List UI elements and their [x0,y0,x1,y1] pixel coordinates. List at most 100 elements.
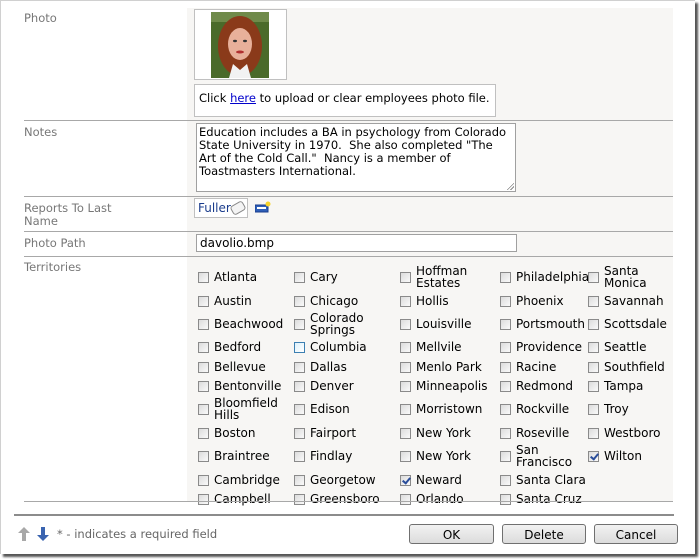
checkbox-unchecked[interactable] [588,318,599,330]
arrow-down-icon[interactable] [37,527,49,541]
checkbox-unchecked[interactable] [198,318,209,330]
territory-label: Westboro [604,426,661,440]
territory-label: Orlando [416,492,464,506]
checkbox-unchecked[interactable] [294,271,305,283]
territory-checkbox-item[interactable]: Morristown [400,396,482,422]
upload-photo-link[interactable]: here [230,91,256,105]
checkbox-unchecked[interactable] [500,474,511,486]
checkbox-unchecked[interactable] [294,341,305,353]
checkbox-unchecked[interactable] [294,361,305,373]
checkbox-unchecked[interactable] [294,318,305,330]
territory-checkbox-item[interactable]: Troy [588,396,629,422]
checkbox-unchecked[interactable] [198,403,209,415]
checkbox-unchecked[interactable] [198,271,209,283]
territory-label: Columbia [310,340,367,354]
checkbox-unchecked[interactable] [500,403,511,415]
checkbox-unchecked[interactable] [400,271,411,283]
checkbox-unchecked[interactable] [588,380,599,392]
territory-label: Boston [214,426,256,440]
territory-checkbox-item[interactable]: Edison [294,396,350,422]
territory-checkbox-item[interactable]: Santa Cruz [500,486,582,512]
territory-checkbox-item[interactable]: Braintree [198,443,270,469]
checkbox-unchecked[interactable] [198,361,209,373]
checkbox-unchecked[interactable] [588,341,599,353]
checkbox-unchecked[interactable] [400,427,411,439]
checkbox-unchecked[interactable] [198,295,209,307]
territory-checkbox-item[interactable]: Campbell [198,486,271,512]
checkbox-unchecked[interactable] [198,341,209,353]
checkbox-unchecked[interactable] [294,380,305,392]
checkbox-unchecked[interactable] [588,361,599,373]
checkbox-unchecked[interactable] [294,474,305,486]
checkbox-unchecked[interactable] [500,295,511,307]
checkbox-unchecked[interactable] [294,403,305,415]
territory-label: Santa Monica [604,264,647,290]
territory-checkbox-item[interactable]: Hoffman Estates [400,264,474,290]
territory-label: Bentonville [214,379,282,393]
checkbox-unchecked[interactable] [294,450,305,462]
territory-checkbox-item[interactable]: New York [400,443,471,469]
checkbox-unchecked[interactable] [500,450,511,462]
checkbox-unchecked[interactable] [400,403,411,415]
checkbox-unchecked[interactable] [500,341,511,353]
checkbox-unchecked[interactable] [400,493,411,505]
photo-path-input[interactable]: davolio.bmp [196,234,517,252]
territory-label: Bloomfield Hills [214,396,278,422]
territory-label: New York [416,449,471,463]
checkbox-unchecked[interactable] [500,361,511,373]
checkbox-unchecked[interactable] [294,493,305,505]
checkbox-checked[interactable] [588,450,599,462]
reports-to-lookup[interactable]: Fuller [194,198,248,218]
territory-checkbox-item[interactable]: Santa Monica [588,264,664,290]
checkbox-unchecked[interactable] [198,474,209,486]
checkbox-unchecked[interactable] [294,295,305,307]
checkbox-unchecked[interactable] [198,493,209,505]
checkbox-unchecked[interactable] [500,427,511,439]
territory-label: Denver [310,379,354,393]
checkbox-unchecked[interactable] [588,427,599,439]
checkbox-unchecked[interactable] [400,295,411,307]
checkbox-unchecked[interactable] [500,318,511,330]
checkbox-unchecked[interactable] [198,380,209,392]
cancel-button[interactable]: Cancel [594,524,678,544]
checkbox-unchecked[interactable] [500,380,511,392]
territory-checkbox-item[interactable]: Cary [294,264,338,290]
territory-label: Bedford [214,340,262,354]
territory-checkbox-item[interactable]: Atlanta [198,264,257,290]
divider [24,196,673,197]
territory-checkbox-item[interactable]: Orlando [400,486,464,512]
checkbox-unchecked[interactable] [588,295,599,307]
checkbox-unchecked[interactable] [198,427,209,439]
checkbox-unchecked[interactable] [588,403,599,415]
resize-grip-icon[interactable] [506,182,514,190]
territory-label: Troy [604,402,629,416]
new-record-icon[interactable] [255,201,271,213]
ok-button[interactable]: OK [409,524,494,544]
checkbox-unchecked[interactable] [400,450,411,462]
checkbox-unchecked[interactable] [294,427,305,439]
checkbox-unchecked[interactable] [400,361,411,373]
territory-checkbox-item[interactable]: Greensboro [294,486,380,512]
notes-textarea[interactable]: Education includes a BA in psychology fr… [196,123,516,192]
territory-label: Campbell [214,492,271,506]
checkbox-unchecked[interactable] [400,318,411,330]
checkbox-unchecked[interactable] [198,450,209,462]
territory-checkbox-item[interactable]: Philadelphia [500,264,589,290]
checkbox-unchecked[interactable] [400,380,411,392]
territory-checkbox-item[interactable]: Rockville [500,396,569,422]
territory-checkbox-item[interactable]: Bloomfield Hills [198,396,278,422]
territory-checkbox-item[interactable]: Findlay [294,443,352,469]
territory-label: Phoenix [516,294,564,308]
arrow-up-icon[interactable] [18,527,30,541]
checkbox-unchecked[interactable] [500,493,511,505]
checkbox-unchecked[interactable] [500,271,511,283]
clear-eraser-icon[interactable] [229,200,247,216]
territory-checkbox-item[interactable]: San Francisco [500,443,576,469]
reports-to-value[interactable]: Fuller [198,201,231,215]
territory-checkbox-item[interactable]: Wilton [588,443,642,469]
checkbox-unchecked[interactable] [400,341,411,353]
checkbox-checked[interactable] [400,474,411,486]
delete-button[interactable]: Delete [502,524,586,544]
checkbox-unchecked[interactable] [588,271,599,283]
photo-label: Photo [24,11,57,25]
